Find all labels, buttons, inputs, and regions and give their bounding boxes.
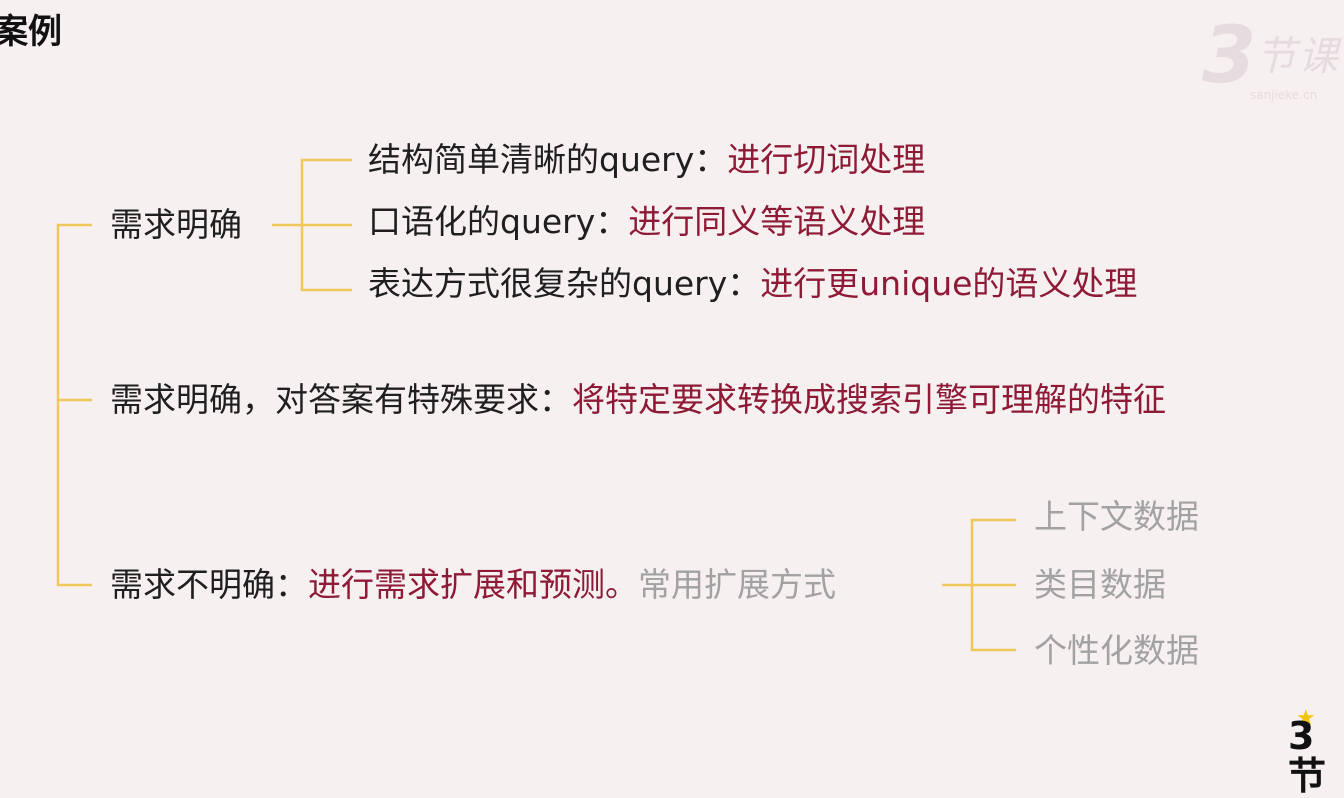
branch-2-action: 将特定要求转换成搜索引擎可理解的特征 bbox=[572, 380, 1166, 419]
child-prefix: 表达方式很复杂的query： bbox=[368, 264, 761, 303]
child-action: 进行更unique的语义处理 bbox=[760, 264, 1138, 303]
child-prefix: 结构简单清晰的query： bbox=[368, 140, 728, 179]
branch-3-child-1: 上下文数据 bbox=[1034, 497, 1199, 536]
branch-3-child-2: 类目数据 bbox=[1034, 565, 1166, 604]
branch-2-label: 需求明确，对答案有特殊要求： bbox=[110, 380, 572, 419]
branch-1-child-3: 表达方式很复杂的query：进行更unique的语义处理 bbox=[368, 264, 1137, 304]
branch-2: 需求明确，对答案有特殊要求：将特定要求转换成搜索引擎可理解的特征 bbox=[110, 380, 1166, 420]
branch-1-child-2: 口语化的query：进行同义等语义处理 bbox=[368, 202, 925, 242]
branch-3-label: 需求不明确： bbox=[110, 565, 308, 604]
branch-3-action: 进行需求扩展和预测。 bbox=[308, 565, 638, 604]
child-action: 进行切词处理 bbox=[727, 140, 926, 179]
branch-3-note: 常用扩展方式 bbox=[638, 565, 836, 604]
root-bracket bbox=[56, 223, 92, 587]
corner-logo: 3节 bbox=[1288, 714, 1327, 798]
branch-1-label: 需求明确 bbox=[110, 205, 242, 244]
child-action: 进行同义等语义处理 bbox=[628, 202, 926, 241]
branch-1-child-1: 结构简单清晰的query：进行切词处理 bbox=[368, 140, 925, 180]
branch-3: 需求不明确：进行需求扩展和预测。常用扩展方式 bbox=[110, 565, 836, 605]
child-prefix: 口语化的query： bbox=[368, 202, 629, 241]
branch-3-child-3: 个性化数据 bbox=[1034, 631, 1199, 670]
